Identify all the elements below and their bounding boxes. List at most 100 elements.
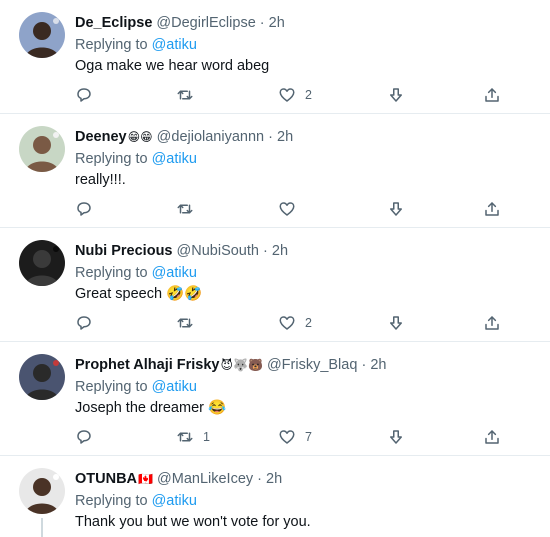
reply-button[interactable]: [75, 426, 102, 448]
reply-icon: [75, 314, 93, 332]
tweet-header: Prophet Alhaji Frisky😈🐺🐻 @Frisky_Blaq · …: [75, 356, 386, 374]
downvote-button[interactable]: [387, 426, 405, 448]
retweet-icon: [176, 200, 194, 218]
user-handle[interactable]: @ManLikeIcey: [157, 471, 253, 487]
reply-button[interactable]: [75, 84, 102, 106]
like-count: 2: [305, 316, 312, 330]
share-button[interactable]: [483, 198, 501, 220]
thread-line: [41, 518, 43, 537]
like-count: 2: [305, 88, 312, 102]
retweet-button[interactable]: [176, 312, 203, 334]
name-emoji: 😈🐺🐻: [220, 358, 263, 372]
tweet-text: Joseph the dreamer 😂: [75, 400, 227, 416]
display-name[interactable]: Prophet Alhaji Frisky: [75, 357, 220, 373]
display-name[interactable]: OTUNBA: [75, 471, 137, 487]
retweet-count: 1: [203, 430, 210, 444]
retweet-button[interactable]: [176, 198, 203, 220]
replying-to-label: Replying to: [75, 493, 148, 509]
tweet[interactable]: Nubi Precious @NubiSouth · 2h Replying t…: [0, 228, 550, 342]
share-icon: [483, 428, 501, 446]
name-emoji: 😁😁: [127, 130, 153, 144]
tweet-actions: 2: [75, 312, 535, 334]
replying-to: Replying to @atiku: [75, 492, 197, 510]
tweet-text: Oga make we hear word abeg: [75, 58, 270, 74]
tweet[interactable]: De_Eclipse @DegirlEclipse · 2h Replying …: [0, 0, 550, 114]
separator-dot: ·: [257, 471, 263, 487]
avatar[interactable]: [19, 468, 65, 514]
retweet-button[interactable]: 1: [176, 426, 210, 448]
avatar[interactable]: [19, 354, 65, 400]
like-button[interactable]: 2: [278, 84, 312, 106]
user-handle[interactable]: @Frisky_Blaq: [267, 357, 357, 373]
display-name[interactable]: Nubi Precious: [75, 243, 173, 259]
mention-link[interactable]: @atiku: [152, 493, 197, 509]
tweet-header: Deeney😁😁 @dejiolaniyannn · 2h: [75, 128, 293, 146]
tweet-text: Great speech 🤣🤣: [75, 286, 203, 302]
retweet-icon: [176, 86, 194, 104]
reply-icon: [75, 428, 93, 446]
mention-link[interactable]: @atiku: [152, 37, 197, 53]
user-handle[interactable]: @dejiolaniyannn: [157, 129, 264, 145]
tweet-header: OTUNBA🇨🇦 @ManLikeIcey · 2h: [75, 470, 282, 488]
user-handle[interactable]: @NubiSouth: [177, 243, 259, 259]
like-button[interactable]: 7: [278, 426, 312, 448]
tweet[interactable]: Deeney😁😁 @dejiolaniyannn · 2h Replying t…: [0, 114, 550, 228]
avatar[interactable]: [19, 240, 65, 286]
replying-to-label: Replying to: [75, 379, 148, 395]
heart-icon: [278, 86, 296, 104]
share-icon: [483, 200, 501, 218]
timestamp[interactable]: 2h: [269, 15, 285, 31]
separator-dot: ·: [259, 15, 265, 31]
display-name[interactable]: Deeney: [75, 129, 127, 145]
downvote-button[interactable]: [387, 198, 405, 220]
tweet[interactable]: Prophet Alhaji Frisky😈🐺🐻 @Frisky_Blaq · …: [0, 342, 550, 456]
heart-icon: [278, 200, 296, 218]
replying-to: Replying to @atiku: [75, 36, 197, 54]
like-button[interactable]: [278, 198, 305, 220]
tweet[interactable]: OTUNBA🇨🇦 @ManLikeIcey · 2h Replying to @…: [0, 456, 550, 537]
share-icon: [483, 86, 501, 104]
share-button[interactable]: [483, 426, 501, 448]
downvote-icon: [387, 314, 405, 332]
timestamp[interactable]: 2h: [266, 471, 282, 487]
like-button[interactable]: 2: [278, 312, 312, 334]
reply-icon: [75, 200, 93, 218]
separator-dot: ·: [268, 129, 273, 145]
name-emoji: 🇨🇦: [138, 472, 153, 486]
downvote-button[interactable]: [387, 84, 405, 106]
replying-to-label: Replying to: [75, 151, 148, 167]
separator-dot: ·: [263, 243, 268, 259]
downvote-icon: [387, 200, 405, 218]
display-name[interactable]: De_Eclipse: [75, 15, 152, 31]
replying-to-label: Replying to: [75, 37, 148, 53]
mention-link[interactable]: @atiku: [152, 265, 197, 281]
replying-to: Replying to @atiku: [75, 378, 197, 396]
retweet-icon: [176, 428, 194, 446]
share-icon: [483, 314, 501, 332]
heart-icon: [278, 428, 296, 446]
avatar[interactable]: [19, 12, 65, 58]
like-count: 7: [305, 430, 312, 444]
tweet-actions: 2: [75, 84, 535, 106]
retweet-icon: [176, 314, 194, 332]
avatar[interactable]: [19, 126, 65, 172]
downvote-button[interactable]: [387, 312, 405, 334]
reply-button[interactable]: [75, 312, 102, 334]
reply-button[interactable]: [75, 198, 102, 220]
mention-link[interactable]: @atiku: [152, 379, 197, 395]
timestamp[interactable]: 2h: [272, 243, 288, 259]
heart-icon: [278, 314, 296, 332]
replying-to: Replying to @atiku: [75, 264, 197, 282]
mention-link[interactable]: @atiku: [152, 151, 197, 167]
tweet-text: Thank you but we won't vote for you.: [75, 514, 311, 530]
user-handle[interactable]: @DegirlEclipse: [156, 15, 255, 31]
tweet-text: really!!!.: [75, 172, 126, 188]
share-button[interactable]: [483, 84, 501, 106]
timestamp[interactable]: 2h: [277, 129, 293, 145]
retweet-button[interactable]: [176, 84, 203, 106]
tweet-actions: 1 7: [75, 426, 535, 448]
timestamp[interactable]: 2h: [370, 357, 386, 373]
share-button[interactable]: [483, 312, 501, 334]
tweet-header: Nubi Precious @NubiSouth · 2h: [75, 242, 288, 260]
tweet-header: De_Eclipse @DegirlEclipse · 2h: [75, 14, 285, 32]
